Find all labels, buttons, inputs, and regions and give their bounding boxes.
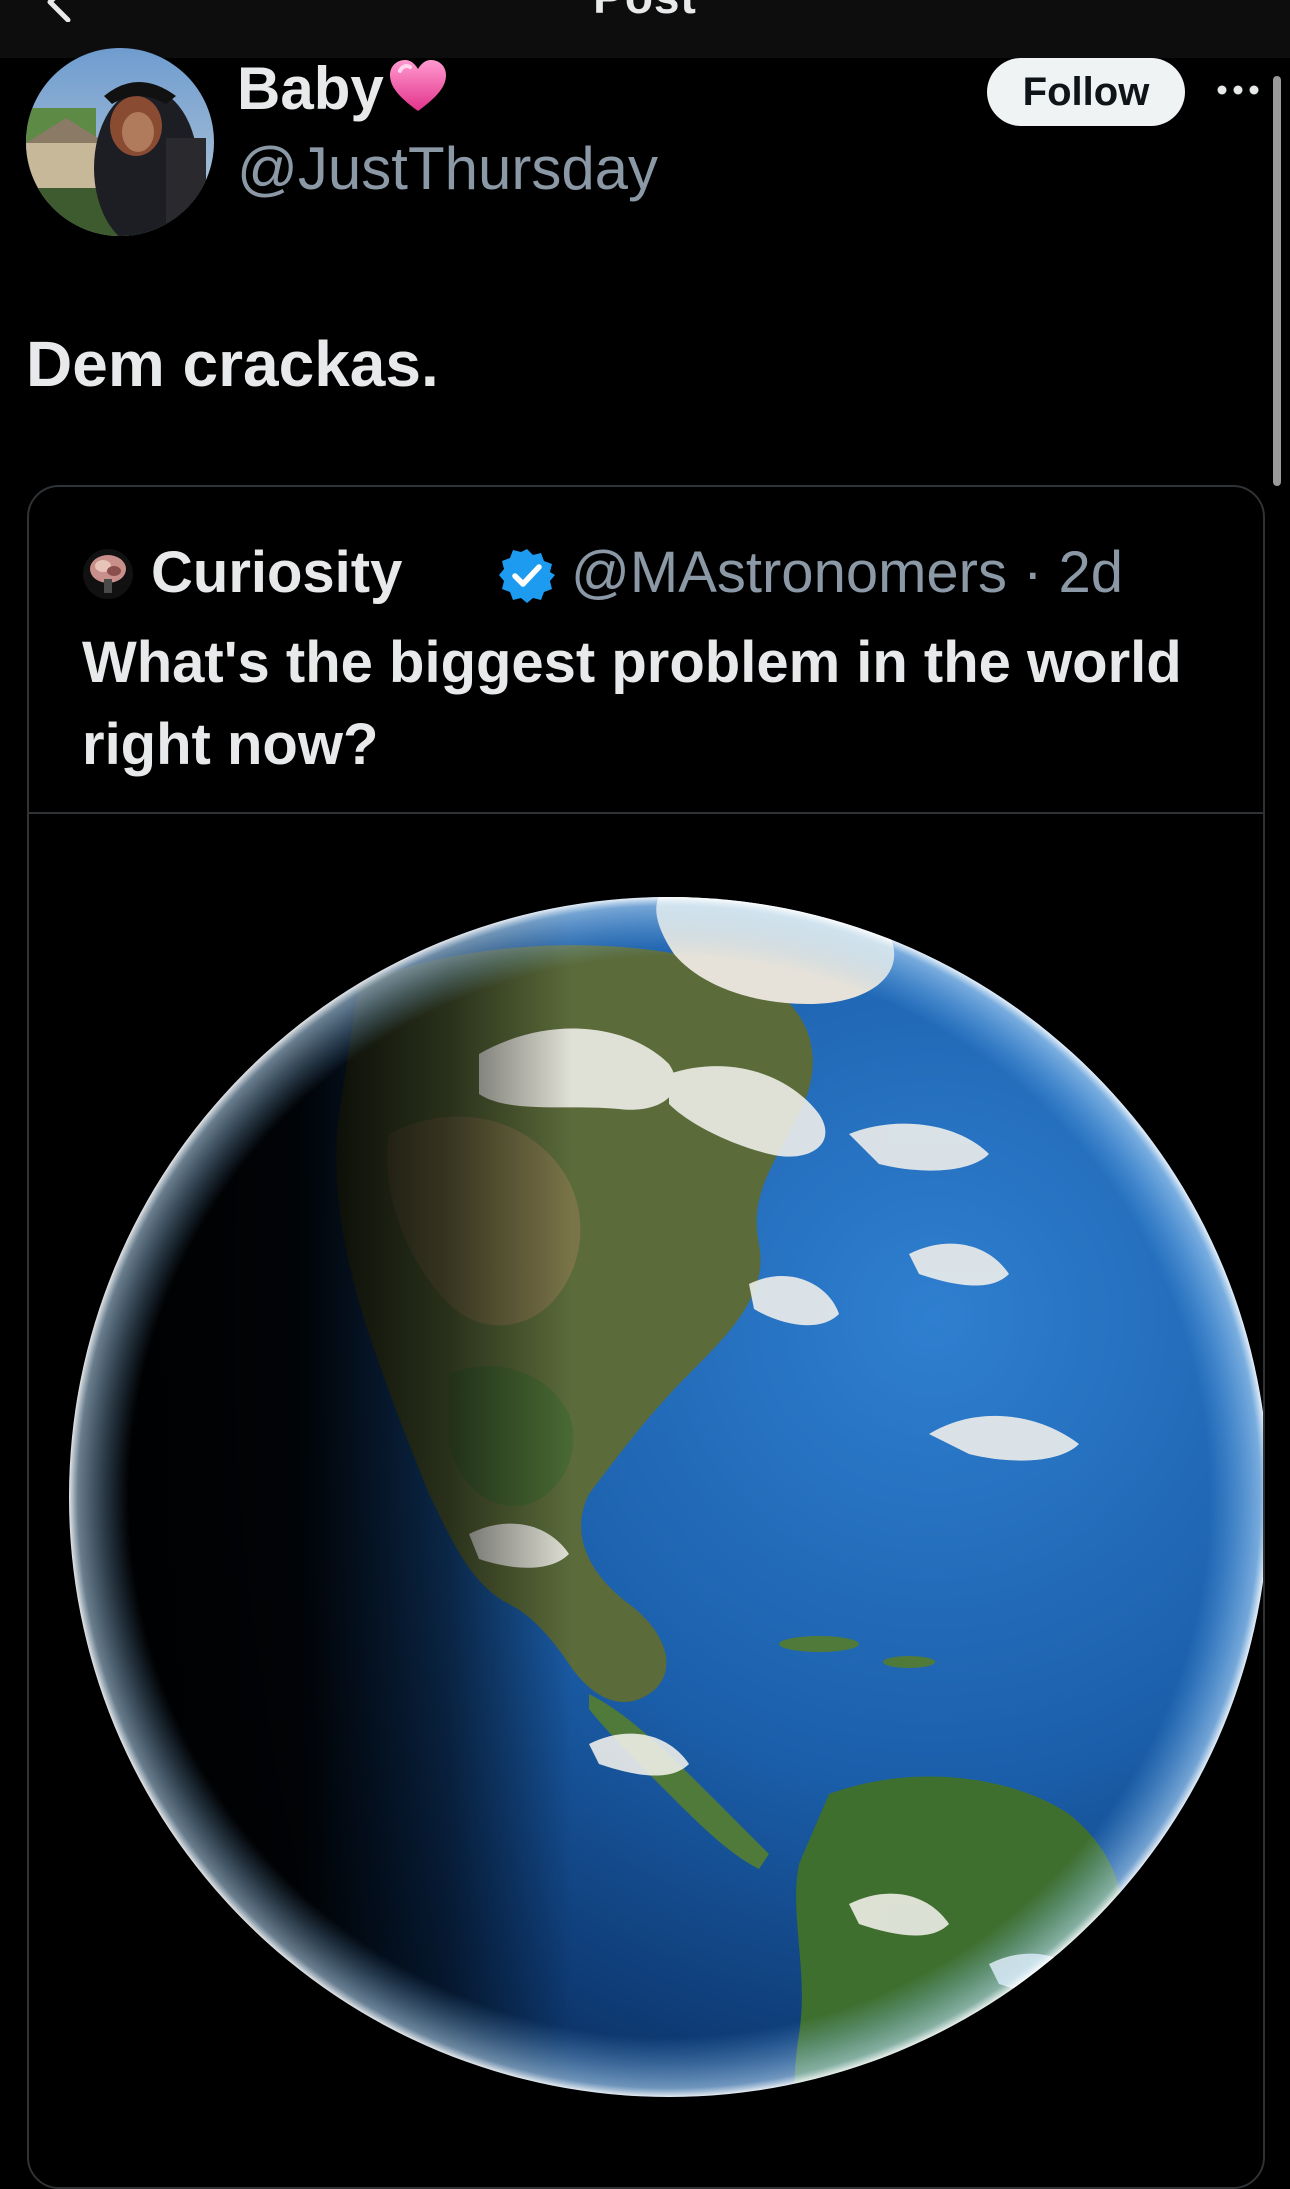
quoted-post-card[interactable]: Curiosity @MAstronomers · 2d What's the … [27, 485, 1265, 2189]
follow-button[interactable]: Follow [987, 58, 1185, 126]
author-name-text: Baby [237, 55, 384, 122]
author-name[interactable]: Baby [237, 52, 448, 126]
earth-image[interactable] [29, 814, 1263, 2189]
post-text: Dem crackas. [26, 328, 439, 400]
author-handle[interactable]: @JustThursday [237, 132, 658, 206]
more-horizontal-icon[interactable] [1208, 60, 1268, 120]
quoted-author-avatar[interactable] [83, 549, 133, 599]
page-title: Post [0, 0, 1290, 24]
top-navigation-bar: Post [0, 0, 1290, 58]
quoted-post-text: What's the biggest problem in the world … [82, 630, 1182, 777]
author-avatar[interactable] [26, 48, 214, 236]
quoted-author-name[interactable]: Curiosity [151, 537, 402, 609]
scrollbar[interactable] [1273, 76, 1281, 486]
verified-badge-icon [499, 549, 555, 603]
pink-heart-icon [389, 60, 446, 111]
quoted-handle-and-time[interactable]: @MAstronomers · 2d [571, 537, 1123, 609]
